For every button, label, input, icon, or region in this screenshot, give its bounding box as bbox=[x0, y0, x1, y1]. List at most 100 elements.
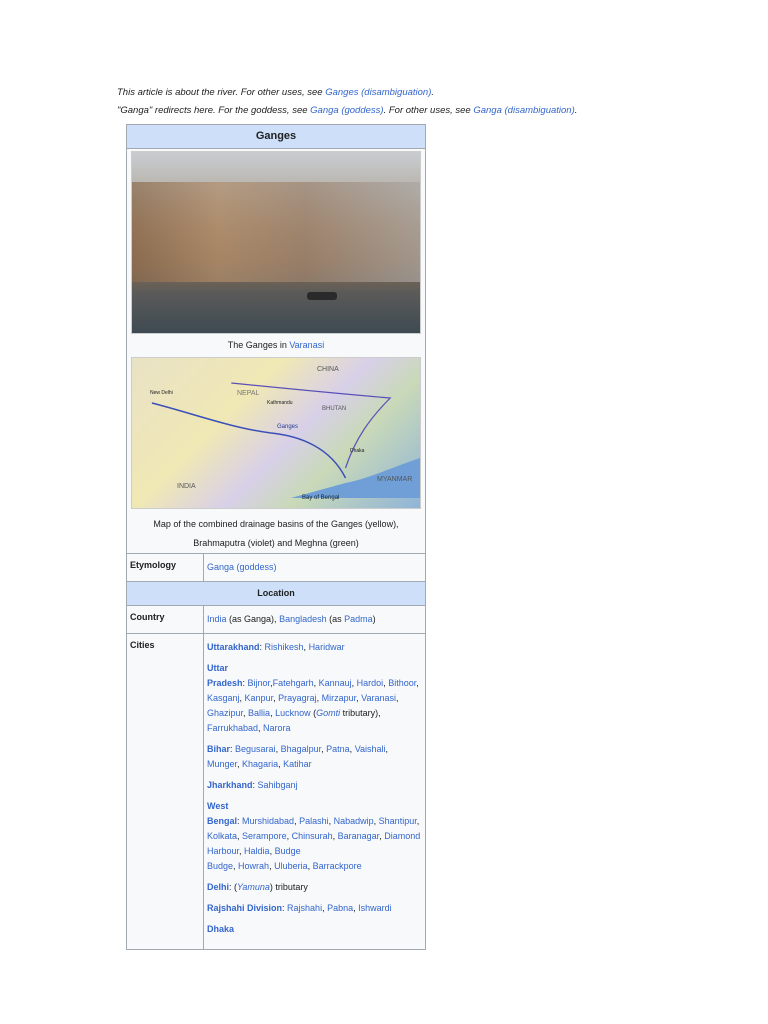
etymology-label: Etymology bbox=[127, 554, 204, 581]
map-caption-line2: Brahmaputra (violet) and Meghna (green) bbox=[193, 538, 359, 548]
link[interactable]: Uttarakhand bbox=[207, 642, 260, 652]
cities-group: Dhaka bbox=[207, 922, 422, 937]
link[interactable]: Narora bbox=[263, 723, 291, 733]
link[interactable]: Uttar bbox=[207, 663, 228, 673]
link[interactable]: Ganga (goddess) bbox=[310, 105, 383, 116]
link[interactable]: Katihar bbox=[283, 759, 312, 769]
link[interactable]: Fatehgarh bbox=[273, 678, 314, 688]
map-label-india: INDIA bbox=[177, 483, 196, 490]
map-caption-line1: Map of the combined drainage basins of t… bbox=[153, 519, 399, 529]
link[interactable]: Dhaka bbox=[207, 924, 234, 934]
link[interactable]: Pradesh bbox=[207, 678, 243, 688]
text: ) bbox=[372, 614, 376, 624]
link[interactable]: Kannauj bbox=[319, 678, 352, 688]
link[interactable]: Rishikesh bbox=[265, 642, 304, 652]
link[interactable]: Budge bbox=[207, 861, 233, 871]
map-label-dhaka: Dhaka bbox=[350, 448, 365, 454]
map-rivers bbox=[151, 382, 420, 498]
link[interactable]: Ghazipur bbox=[207, 708, 243, 718]
link[interactable]: Rajshahi bbox=[287, 903, 322, 913]
link[interactable]: Begusarai bbox=[235, 744, 276, 754]
link[interactable]: Khagaria bbox=[242, 759, 278, 769]
link[interactable]: Haldia bbox=[244, 846, 270, 856]
link[interactable]: Pabna bbox=[327, 903, 353, 913]
link[interactable]: Mirzapur bbox=[322, 693, 357, 703]
map-label-kathmandu: Kathmandu bbox=[267, 400, 293, 406]
link[interactable]: Yamuna bbox=[237, 882, 270, 892]
link[interactable]: Bijnor bbox=[248, 678, 271, 688]
text: , bbox=[385, 744, 389, 754]
link[interactable]: Ganga (goddess) bbox=[207, 562, 277, 572]
link[interactable]: Ganges (disambiguation) bbox=[325, 87, 431, 98]
link[interactable]: Bihar bbox=[207, 744, 230, 754]
cities-row: Cities Uttarakhand: Rishikesh, Haridwar U… bbox=[127, 633, 425, 949]
link[interactable]: Shantipur bbox=[379, 816, 417, 826]
text: , bbox=[416, 816, 420, 826]
link[interactable]: Jharkhand bbox=[207, 780, 253, 790]
varanasi-ghats-photo[interactable] bbox=[131, 151, 421, 334]
link[interactable]: India bbox=[207, 614, 227, 624]
link[interactable]: Haridwar bbox=[309, 642, 345, 652]
link[interactable]: Howrah bbox=[238, 861, 269, 871]
link[interactable]: Kasganj bbox=[207, 693, 240, 703]
link[interactable]: Bangladesh bbox=[279, 614, 327, 624]
location-header: Location bbox=[127, 581, 425, 606]
link[interactable]: Ballia bbox=[248, 708, 270, 718]
etymology-value: Ganga (goddess) bbox=[204, 554, 425, 581]
link[interactable]: Murshidabad bbox=[242, 816, 294, 826]
link[interactable]: Rajshahi Division bbox=[207, 903, 282, 913]
link[interactable]: Chinsurah bbox=[292, 831, 333, 841]
drainage-basin-map[interactable]: CHINA NEPAL BHUTAN INDIA MYANMAR Bay of … bbox=[131, 357, 421, 509]
link[interactable]: Lucknow bbox=[275, 708, 311, 718]
link[interactable]: Kolkata bbox=[207, 831, 237, 841]
map-label-delhi: New Delhi bbox=[150, 390, 173, 396]
cities-group: West Bengal: Murshidabad, Palashi, Nabadw… bbox=[207, 799, 422, 874]
link[interactable]: Bengal bbox=[207, 816, 237, 826]
link[interactable]: Bithoor bbox=[388, 678, 416, 688]
text: . For other uses, see bbox=[383, 105, 474, 116]
hatnote-river: This article is about the river. For oth… bbox=[117, 87, 434, 98]
cities-group: Jharkhand: Sahibganj bbox=[207, 778, 422, 793]
map-label-china: CHINA bbox=[317, 366, 339, 373]
link[interactable]: Baranagar bbox=[338, 831, 380, 841]
link[interactable]: Sahibganj bbox=[258, 780, 298, 790]
link[interactable]: Padma bbox=[344, 614, 373, 624]
link[interactable]: West bbox=[207, 801, 228, 811]
link[interactable]: Gomti bbox=[316, 708, 340, 718]
cities-value: Uttarakhand: Rishikesh, Haridwar Uttar Pra… bbox=[204, 634, 425, 949]
cities-group: Bihar: Begusarai, Bhagalpur, Patna, Vais… bbox=[207, 742, 422, 772]
text: . bbox=[431, 87, 435, 98]
link[interactable]: Varanasi bbox=[289, 340, 324, 350]
text: (as Ganga), bbox=[226, 614, 280, 624]
link[interactable]: Ganga (disambiguation) bbox=[473, 105, 574, 116]
text: tributary), bbox=[340, 708, 381, 718]
cities-group: Rajshahi Division: Rajshahi, Pabna, Ishw… bbox=[207, 901, 422, 916]
link[interactable]: Farrukhabad bbox=[207, 723, 258, 733]
text: . bbox=[574, 105, 578, 116]
map-label-myanmar: MYANMAR bbox=[377, 476, 413, 483]
link[interactable]: Barrackpore bbox=[313, 861, 362, 871]
etymology-row: Etymology Ganga (goddess) bbox=[127, 553, 425, 581]
link[interactable]: Vaishali bbox=[355, 744, 386, 754]
image-caption: The Ganges in Varanasi bbox=[127, 336, 425, 355]
link[interactable]: Budge bbox=[275, 846, 301, 856]
link[interactable]: Delhi bbox=[207, 882, 229, 892]
link[interactable]: Patna bbox=[326, 744, 350, 754]
link[interactable]: Uluberia bbox=[274, 861, 308, 871]
text: This article is about the river. For oth… bbox=[117, 87, 326, 98]
cities-group: Uttarakhand: Rishikesh, Haridwar bbox=[207, 640, 422, 655]
link[interactable]: Kanpur bbox=[245, 693, 274, 703]
link[interactable]: Bhagalpur bbox=[281, 744, 322, 754]
link[interactable]: Nabadwip bbox=[334, 816, 374, 826]
country-row: Country India (as Ganga), Bangladesh (as… bbox=[127, 606, 425, 633]
link[interactable]: Palashi bbox=[299, 816, 329, 826]
map-label-nepal: NEPAL bbox=[237, 390, 260, 397]
link[interactable]: Ishwardi bbox=[358, 903, 392, 913]
link[interactable]: Hardoi bbox=[357, 678, 384, 688]
link[interactable]: Munger bbox=[207, 759, 237, 769]
cities-group: Uttar Pradesh: Bijnor,Fatehgarh, Kannauj,… bbox=[207, 661, 422, 736]
infobox: Ganges The Ganges in Varanasi CHINA NEPA… bbox=[126, 124, 426, 950]
link[interactable]: Prayagraj bbox=[278, 693, 317, 703]
link[interactable]: Serampore bbox=[242, 831, 287, 841]
link[interactable]: Varanasi bbox=[361, 693, 396, 703]
